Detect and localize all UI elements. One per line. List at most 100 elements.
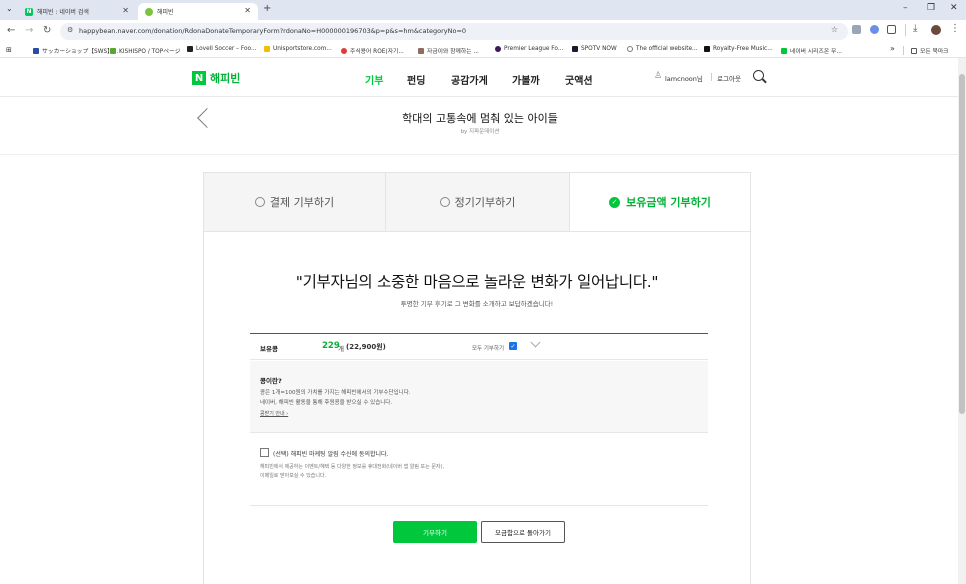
nav-good-action[interactable]: 굿액션 — [565, 72, 593, 87]
tab-title: 해피빈 : 네이버 검색 — [37, 9, 89, 16]
tab-title: 해피빈 — [157, 9, 174, 16]
campaign-header: 학대의 고통속에 멈춰 있는 아이들 by 지파운데이션 — [0, 97, 958, 155]
marketing-consent-label[interactable]: (선택) 해피빈 마케팅 알림 수신에 동의합니다. — [273, 449, 389, 458]
header-divider — [711, 73, 712, 81]
bookmark-favicon-icon — [627, 46, 633, 52]
bookmark-item[interactable]: サッカーショップ【SWS】... — [33, 46, 118, 55]
logout-link[interactable]: 로그아웃 — [717, 73, 741, 83]
nav-visit[interactable]: 가볼까 — [512, 72, 540, 87]
nav-donate[interactable]: 기부 — [365, 72, 383, 87]
tab-balance-donate[interactable]: ✓ 보유금액 기부하기 — [570, 173, 750, 231]
consent-description-2: 이메일로 받아보실 수 있습니다. — [260, 473, 327, 479]
tab-label: 정기기부하기 — [454, 196, 516, 209]
bean-balance-row: 보유콩 229 개 (22,900원) 모두 기부하기 ✓ — [250, 334, 708, 360]
info-line-1: 콩은 1개=100원의 가치를 가지는 해피빈에서의 기부수단입니다. — [260, 390, 411, 396]
bean-info-box: 콩이란? 콩은 1개=100원의 가치를 가지는 해피빈에서의 기부수단입니다.… — [250, 361, 708, 433]
minimize-button[interactable]: – — [903, 3, 908, 13]
bookmark-favicon-icon — [704, 46, 710, 52]
bookmark-item[interactable]: 주식용어 ROE(자기... — [341, 46, 404, 55]
all-bookmarks-folder[interactable]: 모든 북마크 — [911, 46, 949, 55]
forward-arrow-icon[interactable]: → — [25, 25, 33, 36]
happybean-favicon-icon — [145, 7, 153, 16]
bookmark-favicon-icon — [781, 47, 787, 54]
radio-unchecked-icon — [439, 197, 450, 207]
donate-all-checkbox[interactable]: ✓ — [509, 342, 517, 350]
site-header: N 해피빈 기부 펀딩 공감가게 가볼까 굿액션 ♙ lamcnoon님 로그아… — [0, 58, 958, 97]
url-text: happybean.naver.com/donation/RdonaDonate… — [79, 27, 467, 35]
section-divider — [250, 505, 708, 506]
bookmark-favicon-icon — [418, 47, 424, 54]
restore-button[interactable]: ❐ — [927, 3, 935, 13]
browser-toolbar: ← → ↻ ⚙ happybean.naver.com/donation/Rdo… — [0, 20, 966, 43]
download-icon[interactable]: ⤓ — [913, 23, 917, 34]
headline: "기부자님의 소중한 마음으로 놀라운 변화가 일어납니다." — [295, 273, 659, 291]
bookmark-item[interactable]: Premier League Fo... — [495, 46, 563, 52]
bookmark-favicon-icon — [187, 46, 193, 52]
scrollbar-thumb[interactable] — [959, 74, 965, 414]
naver-logo-icon: N — [192, 71, 206, 85]
consent-description-1: 해피빈에서 제공하는 이벤트/혜택 등 다양한 정보를 휴대전화(네이버 앱 알… — [260, 464, 445, 470]
menu-kebab-icon[interactable]: ⋮ — [950, 23, 960, 34]
back-chevron-icon[interactable] — [197, 108, 217, 128]
extensions-puzzle-icon[interactable] — [887, 25, 896, 34]
bookmarks-divider — [903, 46, 904, 55]
extension-icon[interactable] — [870, 25, 879, 34]
info-line-2: 네이버, 해피빈 활동을 통해 후원콩을 받으실 수 있습니다. — [260, 400, 393, 406]
nav-shop[interactable]: 공감가게 — [451, 72, 488, 87]
page-scrollbar[interactable] — [958, 58, 966, 584]
bookmark-favicon-icon — [572, 46, 578, 52]
bookmark-item[interactable]: 네이버 시리즈온 무... — [781, 46, 842, 55]
back-arrow-icon[interactable]: ← — [7, 25, 15, 36]
info-title: 콩이란? — [260, 377, 282, 385]
headline-subtext: 투명한 기부 후기로 그 변화를 소개하고 보답하겠습니다! — [400, 300, 554, 308]
close-tab-icon[interactable]: ✕ — [122, 6, 129, 15]
bookmark-star-icon[interactable]: ☆ — [831, 25, 838, 34]
bean-amount: (22,900원) — [346, 343, 386, 351]
new-tab-button[interactable]: + — [263, 3, 271, 14]
nav-funding[interactable]: 펀딩 — [407, 72, 425, 87]
browser-tab-search[interactable]: N 해피빈 : 네이버 검색 ✕ — [18, 3, 136, 20]
bookmark-item[interactable]: SPOTV NOW — [572, 46, 617, 52]
address-bar[interactable]: ⚙ happybean.naver.com/donation/RdonaDona… — [60, 23, 848, 40]
profile-avatar[interactable] — [931, 25, 941, 35]
tab-search-chevron-icon[interactable]: ⌄ — [6, 4, 13, 13]
tab-label: 결제 기부하기 — [269, 196, 335, 209]
radio-unchecked-icon — [254, 197, 265, 207]
tab-label: 보유금액 기부하기 — [626, 196, 711, 209]
close-window-button[interactable]: ✕ — [950, 3, 958, 13]
tab-payment-donate[interactable]: 결제 기부하기 — [204, 173, 386, 231]
bookmark-favicon-icon — [495, 46, 501, 52]
marketing-consent-checkbox[interactable] — [260, 448, 269, 457]
bookmark-item[interactable]: The official website... — [627, 46, 698, 52]
more-bookmarks-button[interactable]: » — [890, 44, 895, 53]
donate-button[interactable]: 기부하기 — [393, 521, 477, 543]
toolbar-divider — [905, 24, 906, 36]
happybean-logo[interactable]: N 해피빈 — [192, 70, 240, 86]
bookmark-item[interactable]: KISHISPO / TOPページ — [110, 46, 181, 55]
search-icon-handle — [762, 78, 767, 84]
donate-all-label: 모두 기부하기 — [472, 346, 505, 352]
apps-grid-icon[interactable]: ⊞ — [6, 46, 12, 54]
browser-tab-happybean[interactable]: 해피빈 ✕ — [138, 3, 258, 20]
chevron-down-icon[interactable] — [530, 337, 541, 348]
bean-unit: 개 — [338, 345, 344, 353]
reload-icon[interactable]: ↻ — [43, 25, 51, 36]
extension-icon[interactable] — [852, 25, 861, 34]
bean-label: 보유콩 — [260, 345, 278, 353]
bookmark-favicon-icon — [341, 47, 347, 54]
close-tab-icon[interactable]: ✕ — [244, 6, 251, 15]
user-name[interactable]: lamcnoon님 — [665, 73, 703, 83]
browser-tab-strip: ⌄ N 해피빈 : 네이버 검색 ✕ 해피빈 ✕ + – ❐ ✕ — [0, 0, 966, 20]
bean-guide-link[interactable]: 콩받기 안내 › — [260, 410, 288, 417]
bookmark-item[interactable]: Royalty-Free Music... — [704, 46, 773, 52]
site-info-icon[interactable]: ⚙ — [67, 26, 73, 34]
naver-favicon-icon: N — [25, 7, 33, 16]
bookmark-favicon-icon — [264, 46, 270, 52]
bookmark-item[interactable]: Unisportstore.com... — [264, 46, 332, 52]
bookmark-item[interactable]: Lovell Soccer – Foo... — [187, 46, 257, 52]
tab-regular-donate[interactable]: 정기기부하기 — [386, 173, 570, 231]
bookmark-item[interactable]: 자금이와 함께하는 ... — [418, 46, 479, 55]
logo-text: 해피빈 — [210, 72, 241, 85]
back-to-fundraiser-button[interactable]: 모금함으로 돌아가기 — [481, 521, 565, 543]
bookmarks-bar: ⊞ サッカーショップ【SWS】... KISHISPO / TOPページ Lov… — [0, 43, 966, 58]
